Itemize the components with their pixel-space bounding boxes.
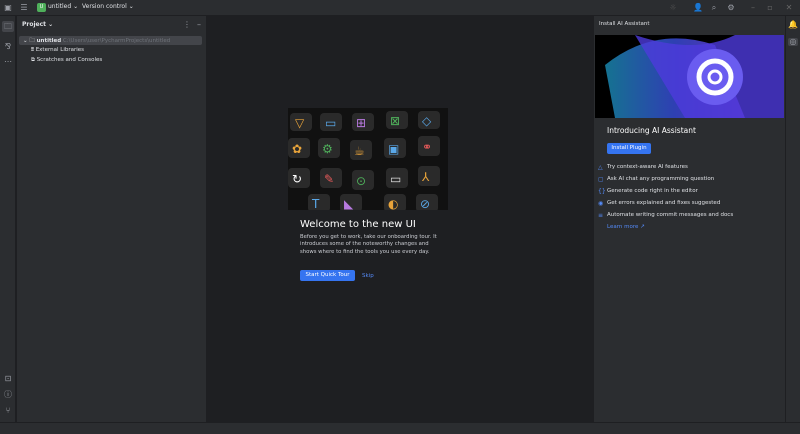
notifications-icon[interactable]: 🔔 bbox=[788, 21, 798, 29]
root-name: untitled bbox=[36, 38, 62, 44]
svg-text:⊙: ⊙ bbox=[356, 174, 366, 188]
project-panel: Project ⌄ ⋮ – ⌄ 🗀 untitled C:\Users\user… bbox=[17, 16, 207, 422]
problems-icon[interactable]: ⓘ bbox=[3, 391, 13, 399]
svg-text:✿: ✿ bbox=[292, 142, 302, 156]
options-icon[interactable]: ⋮ bbox=[182, 21, 192, 29]
project-selector[interactable]: untitled ⌄ bbox=[48, 3, 78, 10]
root-path: C:\Users\user\PycharmProjects\untitled bbox=[62, 38, 171, 44]
code-icon: {} bbox=[598, 188, 606, 195]
app-logo-icon: ▣ bbox=[4, 3, 12, 12]
svg-text:⚭: ⚭ bbox=[422, 140, 432, 154]
feature-item: ≡ Automate writing commit messages and do… bbox=[598, 212, 734, 219]
project-folder-icon[interactable]: 🗀 bbox=[2, 21, 14, 32]
project-panel-title[interactable]: Project ⌄ bbox=[22, 21, 53, 28]
svg-text:▭: ▭ bbox=[390, 172, 401, 186]
docs-icon: ≡ bbox=[598, 212, 604, 219]
tree-item-external-libraries[interactable]: ⩩ External Libraries bbox=[31, 47, 84, 54]
welcome-title: Welcome to the new UI bbox=[300, 219, 416, 230]
svg-text:◇: ◇ bbox=[422, 114, 432, 128]
svg-text:⅄: ⅄ bbox=[421, 170, 430, 184]
svg-text:✎: ✎ bbox=[324, 172, 334, 186]
more-icon[interactable]: ⋯ bbox=[3, 58, 13, 66]
start-quick-tour-button[interactable]: Start Quick Tour bbox=[300, 270, 355, 281]
ai-panel-header: Install AI Assistant bbox=[599, 21, 650, 27]
welcome-body: Before you get to work, take our onboard… bbox=[300, 234, 437, 255]
svg-text:◣: ◣ bbox=[344, 197, 354, 210]
search-icon[interactable]: ⌕ bbox=[709, 4, 719, 12]
learn-more-link[interactable]: Learn more ↗ bbox=[607, 224, 645, 230]
ai-assistant-panel: Install AI Assistant Introducing AI Assi… bbox=[593, 16, 785, 422]
svg-text:⊞: ⊞ bbox=[356, 116, 366, 130]
svg-text:⊘: ⊘ bbox=[420, 197, 430, 210]
settings-icon[interactable]: ⚙ bbox=[726, 4, 736, 12]
tree-item-root[interactable]: ⌄ 🗀 untitled C:\Users\user\PycharmProjec… bbox=[19, 36, 202, 45]
minimize-icon[interactable]: – bbox=[748, 4, 758, 12]
editor-area: ▽ ▭ ⊞ ⊠ ◇ ✿ ⚙ ☕ ▣ ⚭ ↻ ✎ ⊙ ▭ ⅄ T ◣ ◐ ⊘ We… bbox=[208, 16, 593, 422]
hide-panel-icon[interactable]: – bbox=[194, 21, 204, 29]
error-icon: ◉ bbox=[598, 200, 604, 207]
tree-item-scratches[interactable]: ⧉ Scratches and Consoles bbox=[31, 57, 102, 64]
feature-item: △ Try context-aware AI features bbox=[598, 164, 688, 171]
svg-text:▭: ▭ bbox=[325, 116, 336, 130]
chat-icon: ▢ bbox=[598, 176, 604, 183]
ai-title: Introducing AI Assistant bbox=[607, 126, 696, 135]
left-tool-stripe: 🗀 ⅋ ⋯ ⊡ ⓘ ⑂ bbox=[0, 16, 16, 422]
feature-item: ▢ Ask AI chat any programming question bbox=[598, 176, 715, 183]
title-bar: ▣ ☰ U untitled ⌄ Version control ⌄ ☼ 👤 ⌕… bbox=[0, 0, 800, 16]
terminal-icon[interactable]: ⊡ bbox=[3, 375, 13, 383]
welcome-illustration: ▽ ▭ ⊞ ⊠ ◇ ✿ ⚙ ☕ ▣ ⚭ ↻ ✎ ⊙ ▭ ⅄ T ◣ ◐ ⊘ bbox=[288, 108, 448, 210]
maximize-icon[interactable]: ▫ bbox=[765, 4, 775, 12]
skip-link[interactable]: Skip bbox=[362, 273, 374, 279]
feature-item: {} Generate code right in the editor bbox=[598, 188, 698, 195]
svg-text:⊠: ⊠ bbox=[390, 114, 400, 128]
svg-text:⚙: ⚙ bbox=[322, 142, 333, 156]
svg-text:☕: ☕ bbox=[354, 144, 365, 158]
vcs-selector[interactable]: Version control ⌄ bbox=[82, 3, 134, 10]
structure-icon[interactable]: ⅋ bbox=[3, 43, 13, 51]
svg-text:◐: ◐ bbox=[388, 197, 398, 210]
status-bar bbox=[0, 422, 800, 434]
main-menu-icon[interactable]: ☰ bbox=[19, 4, 29, 12]
svg-text:▣: ▣ bbox=[388, 142, 399, 156]
feature-item: ◉ Get errors explained and fixes suggeste… bbox=[598, 200, 721, 207]
svg-text:↻: ↻ bbox=[292, 172, 302, 186]
git-icon[interactable]: ⑂ bbox=[3, 407, 13, 415]
bulb-icon[interactable]: ☼ bbox=[668, 4, 678, 12]
svg-text:T: T bbox=[311, 197, 320, 210]
right-tool-stripe: 🔔 ◎ bbox=[785, 16, 800, 422]
close-icon[interactable]: ✕ bbox=[784, 4, 794, 12]
bell-icon: △ bbox=[598, 164, 603, 171]
add-user-icon[interactable]: 👤 bbox=[693, 4, 703, 12]
install-plugin-button[interactable]: Install Plugin bbox=[607, 143, 651, 154]
ai-assistant-icon[interactable]: ◎ bbox=[788, 38, 798, 46]
ai-banner-image bbox=[595, 35, 784, 118]
project-badge: U bbox=[37, 3, 46, 12]
svg-text:▽: ▽ bbox=[295, 116, 305, 130]
